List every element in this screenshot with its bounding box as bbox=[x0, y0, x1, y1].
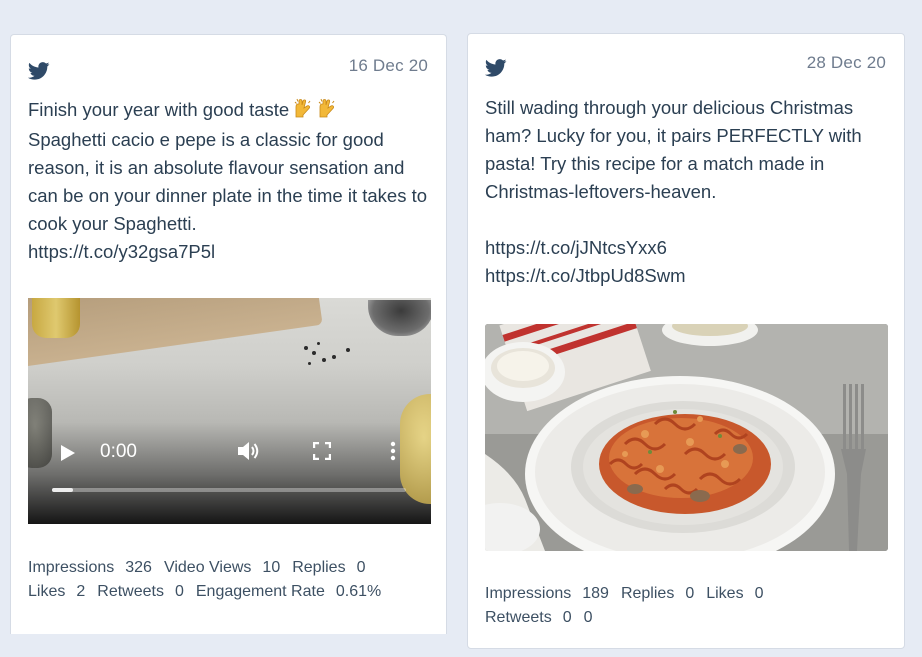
stat-label: Replies bbox=[292, 559, 346, 576]
stat-label: Video Views bbox=[163, 559, 252, 576]
stat-label: Retweets bbox=[485, 609, 552, 626]
stat-label: Engagement Rate bbox=[195, 583, 325, 600]
video-progress-fill bbox=[52, 488, 74, 492]
stat-label: Impressions bbox=[485, 585, 572, 602]
stat-item: 0 bbox=[584, 609, 593, 626]
post-stats: Impressions 326 Video Views 10 Replies 0 Likes… bbox=[28, 556, 436, 604]
pepper-grain bbox=[304, 346, 308, 350]
stat-value: 0 bbox=[356, 559, 366, 576]
stat-value: 0 bbox=[174, 583, 184, 600]
stat-value: 189 bbox=[582, 585, 609, 602]
stat-item: Impressions 189 bbox=[485, 585, 609, 602]
video-frame-pepper-bowl bbox=[368, 300, 431, 336]
stat-value: 0 bbox=[754, 585, 764, 602]
stat-label: Likes bbox=[706, 585, 744, 602]
stat-value: 0 bbox=[562, 609, 572, 626]
stat-item: Retweets 0 bbox=[97, 583, 184, 600]
pepper-grain bbox=[332, 355, 336, 359]
pepper-grain bbox=[322, 358, 326, 362]
stat-item: Video Views 10 bbox=[164, 559, 280, 576]
video-frame-object bbox=[28, 398, 52, 468]
post-stats: Impressions 189 Replies 0 Likes 0 Retweets 0 0 bbox=[485, 582, 894, 630]
video-time: 0:00 bbox=[100, 441, 137, 462]
video-player[interactable]: 0:00 bbox=[28, 298, 431, 524]
stat-value: 326 bbox=[125, 559, 152, 576]
stat-item: Replies 0 bbox=[621, 585, 694, 602]
stat-value: 10 bbox=[262, 559, 281, 576]
stat-value: 2 bbox=[76, 583, 86, 600]
stat-value: 0 bbox=[583, 609, 593, 626]
pasta-dish-photo[interactable] bbox=[485, 324, 888, 551]
pepper-grain bbox=[308, 362, 311, 365]
video-progress-bar[interactable] bbox=[52, 488, 406, 492]
post-text: Still wading through your delicious Chri… bbox=[485, 97, 862, 286]
tweet-card: 16 Dec 20 Finish your year with good tas… bbox=[10, 34, 447, 634]
stat-value: 0.61% bbox=[335, 583, 382, 600]
stat-label: Retweets bbox=[97, 583, 164, 600]
volume-icon[interactable] bbox=[236, 440, 262, 467]
stat-item: Likes 0 bbox=[706, 585, 763, 602]
post-date: 16 Dec 20 bbox=[348, 56, 428, 75]
post-date: 28 Dec 20 bbox=[806, 53, 886, 72]
post-text-body: Spaghetti cacio e pepe is a classic for … bbox=[28, 129, 428, 262]
stat-label: Likes bbox=[28, 583, 66, 600]
post-text-intro: Finish your year with good taste bbox=[28, 99, 290, 120]
twitter-bird-icon bbox=[27, 62, 50, 80]
stat-label: Replies bbox=[620, 585, 675, 602]
play-icon[interactable] bbox=[60, 444, 76, 467]
fullscreen-icon[interactable] bbox=[312, 441, 332, 465]
pepper-grain bbox=[312, 351, 316, 355]
pepper-grain bbox=[317, 342, 320, 345]
twitter-bird-icon bbox=[484, 59, 507, 77]
raising-hands-emoji-icon bbox=[293, 98, 341, 126]
stat-item: Replies 0 bbox=[292, 559, 365, 576]
stat-label: Impressions bbox=[28, 559, 115, 576]
tweet-card: 28 Dec 20 Still wading through your deli… bbox=[467, 33, 905, 649]
more-options-icon[interactable] bbox=[390, 441, 396, 466]
video-frame-oil-jar bbox=[32, 298, 80, 338]
pepper-grain bbox=[346, 348, 350, 352]
post-text: Finish your year with good taste Spaghet… bbox=[28, 96, 432, 266]
stat-item: Engagement Rate 0.61% bbox=[196, 583, 381, 600]
stat-item: Impressions 326 bbox=[28, 559, 152, 576]
stat-item: Retweets 0 bbox=[485, 609, 572, 626]
stat-item: Likes 2 bbox=[28, 583, 85, 600]
stat-value: 0 bbox=[685, 585, 695, 602]
